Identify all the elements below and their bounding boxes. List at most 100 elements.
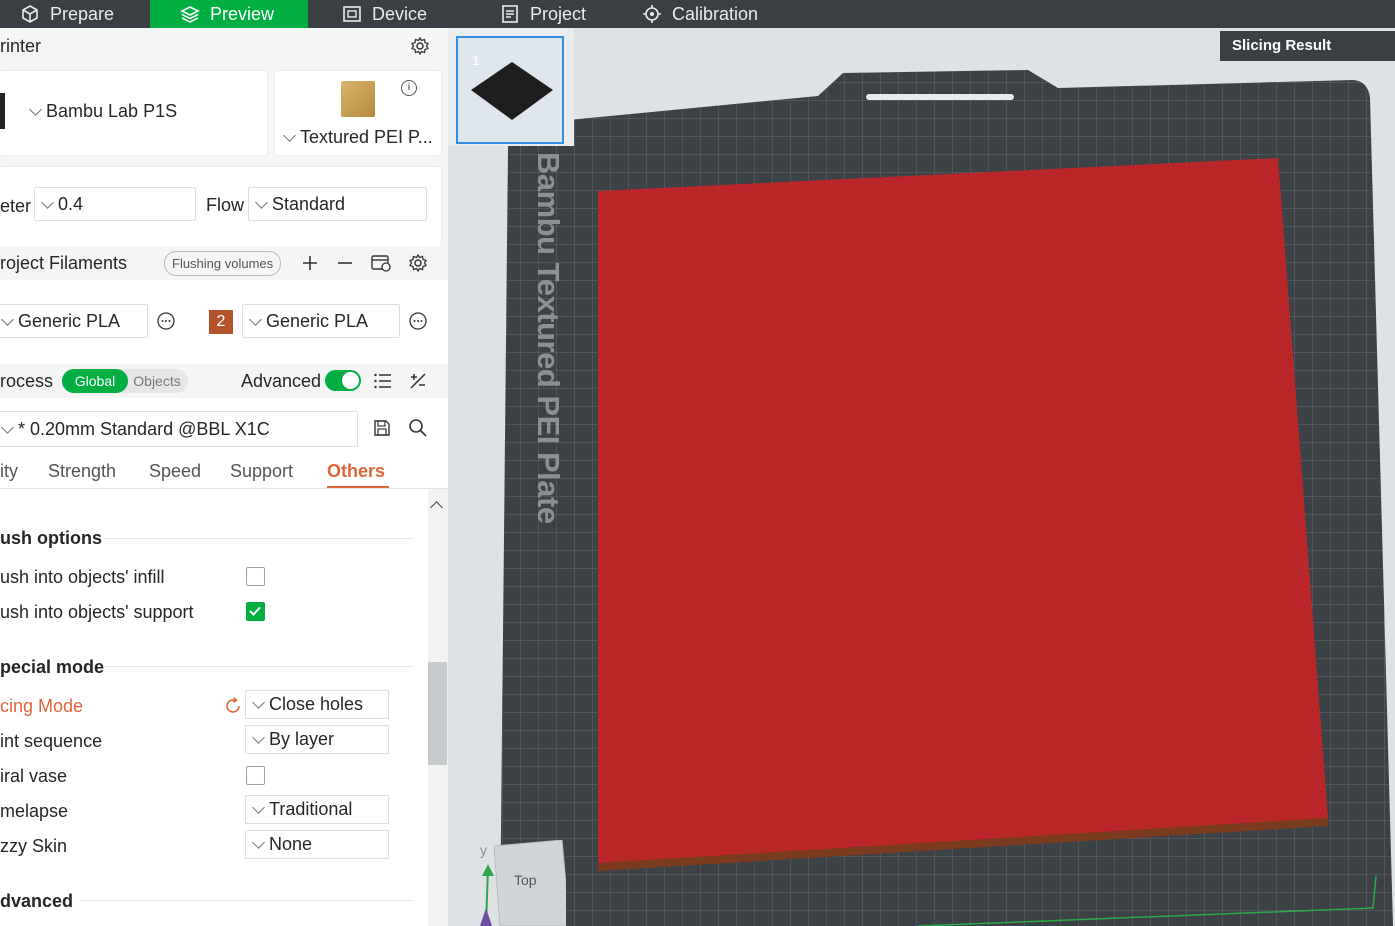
tab-device-label: Device [372, 3, 428, 24]
textured-plate-thumbnail [341, 81, 375, 117]
view-cube-face-top[interactable]: Top [514, 872, 537, 888]
tab-prepare[interactable]: Prepare [20, 0, 114, 28]
flow-value: Standard [272, 193, 346, 214]
filament-2-color-swatch[interactable]: 2 [209, 310, 233, 334]
nozzle-diameter-value: 0.4 [58, 193, 84, 214]
printer-section-title: rinter [0, 35, 42, 56]
z-axis-marker [480, 908, 492, 926]
printer-selector[interactable]: Bambu Lab P1S [0, 70, 268, 156]
chevron-down-icon [252, 801, 265, 814]
add-filament-icon[interactable] [298, 251, 322, 275]
scrollbar-thumb[interactable] [428, 662, 447, 765]
y-axis-label: y [480, 842, 487, 858]
tab-others[interactable]: Others [327, 461, 385, 482]
settings-scrollbar[interactable] [428, 489, 448, 926]
save-preset-icon[interactable] [370, 416, 394, 440]
flow-select[interactable]: Standard [248, 187, 427, 221]
plate-selector[interactable]: i Textured PEI P... [274, 70, 442, 156]
flushing-volumes-button[interactable]: Flushing volumes [164, 251, 282, 276]
filament-section-title: roject Filaments [0, 252, 128, 273]
build-plate-canvas[interactable] [448, 28, 1395, 926]
special-mode-heading: pecial mode [0, 657, 105, 677]
slicing-result-panel[interactable]: Slicing Result [1220, 31, 1395, 61]
filament-settings-gear-icon[interactable] [406, 251, 430, 275]
printer-section-header: rinter [0, 28, 448, 64]
process-preset-select[interactable]: * 0.20mm Standard @BBL X1C [0, 411, 358, 447]
printer-name: Bambu Lab P1S [46, 101, 178, 121]
global-objects-toggle[interactable]: Global Objects [62, 369, 188, 393]
search-icon[interactable] [406, 416, 430, 440]
plate-name: Textured PEI P... [300, 127, 433, 147]
flush-infill-checkbox[interactable] [246, 567, 265, 586]
flushing-volumes-label: Flushing volumes [172, 256, 274, 271]
tab-preview[interactable]: Preview [150, 0, 308, 28]
toggle-global[interactable]: Global [62, 369, 128, 393]
slicing-mode-select[interactable]: Close holes [245, 690, 389, 719]
bed-label: Bambu Textured PEI Plate [531, 152, 566, 524]
tab-calibration-label: Calibration [672, 3, 759, 24]
view-cube[interactable]: Top [494, 840, 566, 926]
process-section-title: rocess [0, 370, 54, 391]
spiral-vase-checkbox[interactable] [246, 766, 265, 785]
filament-1-select[interactable]: Generic PLA [0, 304, 148, 338]
plate-name-row: Textured PEI P... [281, 127, 433, 148]
compare-presets-icon[interactable] [406, 369, 430, 393]
timelapse-value: Traditional [269, 799, 353, 819]
sync-filament-icon[interactable] [369, 251, 393, 275]
tab-device[interactable]: Device [342, 0, 427, 28]
process-tabs: ity Strength Speed Support Others [0, 454, 448, 488]
chevron-down-icon [249, 312, 262, 326]
timelapse-select[interactable]: Traditional [245, 795, 389, 824]
fuzzy-skin-value: None [269, 834, 313, 854]
chevron-down-icon [283, 129, 296, 142]
flush-support-label: ush into objects' support [0, 602, 194, 622]
fuzzy-skin-label: zzy Skin [0, 836, 68, 856]
chevron-down-icon [1, 420, 14, 434]
calibration-icon [643, 5, 661, 23]
flush-support-checkbox[interactable] [246, 602, 265, 621]
slicing-mode-value: Close holes [269, 694, 364, 714]
reset-value-icon[interactable] [221, 694, 245, 718]
3d-viewport[interactable]: Bambu Textured PEI Plate 1 Slicing Resul… [448, 28, 1395, 926]
nozzle-diameter-select[interactable]: 0.4 [34, 187, 196, 221]
tab-quality[interactable]: ity [0, 461, 18, 482]
tab-project-label: Project [530, 3, 587, 24]
filament-1-name: Generic PLA [18, 310, 121, 331]
scroll-up-arrow-icon[interactable] [430, 501, 443, 514]
filament-2-more-icon[interactable] [406, 309, 430, 333]
slicing-mode-label: cing Mode [0, 696, 84, 716]
plate-1-thumbnail[interactable]: 1 [456, 36, 564, 144]
info-icon[interactable]: i [401, 80, 417, 96]
device-icon [343, 6, 361, 22]
print-sequence-select[interactable]: By layer [245, 725, 389, 754]
tab-project[interactable]: Project [500, 0, 586, 28]
chevron-down-icon [29, 103, 42, 116]
tab-calibration[interactable]: Calibration [642, 0, 758, 28]
fuzzy-skin-select[interactable]: None [245, 830, 389, 859]
timelapse-label: melapse [0, 801, 69, 821]
project-icon [502, 5, 518, 23]
toggle-objects[interactable]: Objects [128, 369, 186, 393]
chevron-down-icon [255, 195, 268, 209]
printer-thumbnail [0, 93, 5, 129]
remove-filament-icon[interactable] [333, 251, 357, 275]
spiral-vase-label: iral vase [0, 766, 68, 786]
printer-settings-gear-icon[interactable] [408, 34, 432, 58]
filament-2-name: Generic PLA [266, 310, 369, 331]
advanced-label: Advanced [241, 371, 322, 391]
cube-icon [22, 5, 38, 23]
tab-strength[interactable]: Strength [48, 461, 116, 482]
filament-2-select[interactable]: Generic PLA [242, 304, 400, 338]
list-view-icon[interactable] [371, 369, 395, 393]
tab-support[interactable]: Support [230, 461, 293, 482]
group-divider [104, 666, 414, 667]
tab-speed[interactable]: Speed [149, 461, 201, 482]
tab-prepare-label: Prepare [50, 3, 115, 24]
filament-1-more-icon[interactable] [154, 309, 178, 333]
chevron-down-icon [1, 312, 14, 326]
settings-sidebar: rinter Bambu Lab P1S i Textured PEI P...… [0, 28, 448, 926]
chevron-down-icon [252, 696, 265, 709]
nozzle-diameter-label: eter [0, 196, 32, 216]
advanced-toggle-switch[interactable] [325, 370, 361, 391]
print-sequence-label: int sequence [0, 731, 103, 751]
